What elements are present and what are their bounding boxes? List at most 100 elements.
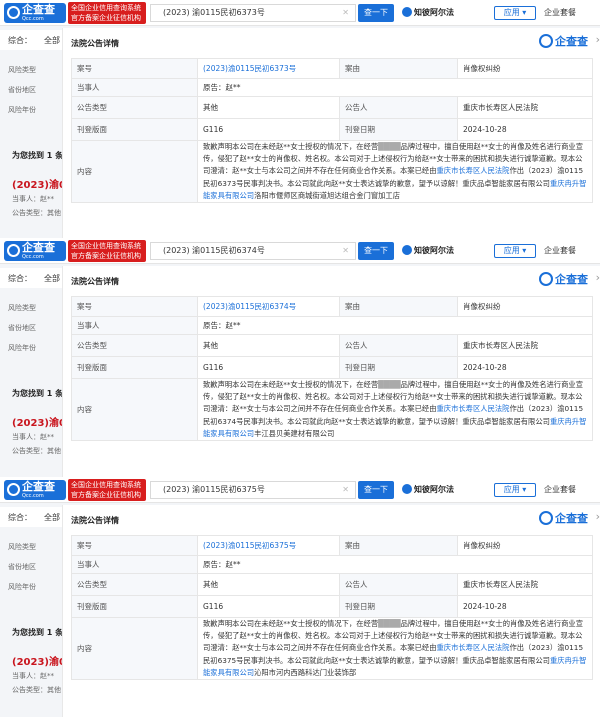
label-page: 刊登版面: [71, 118, 198, 141]
result-case-title[interactable]: (2023)渝0: [12, 653, 66, 668]
label-cause: 案由: [339, 58, 458, 79]
label-content: 内容: [71, 139, 198, 204]
zhi-alpha-link[interactable]: 知彼阿尔法: [402, 484, 454, 495]
certification-badge: 全国企业信用查询系统 官方备案企业征信机构: [68, 2, 146, 24]
side-filter-region[interactable]: 省份地区: [8, 557, 36, 577]
type-value: 其他: [197, 334, 340, 357]
clear-icon[interactable]: ✕: [342, 243, 349, 259]
screenshot-panel: 企查查 Qcc.com 全国企业信用查询系统 官方备案企业征信机构 (2023) …: [0, 477, 600, 717]
table-row: 当事人 原告：赵**: [71, 78, 593, 97]
table-row: 公告类型 其他 公告人 重庆市长寿区人民法院: [71, 334, 593, 357]
search-input[interactable]: (2023) 渝0115民初6374号 ✕: [150, 242, 356, 260]
notice-detail-table: 案号 (2023)渝0115民初6375号 案由 肖像权纠纷 当事人 原告：赵*…: [71, 535, 593, 681]
apps-button[interactable]: 应用 ▾: [494, 244, 536, 258]
tab-all[interactable]: 全部: [44, 512, 60, 523]
apps-label: 应用: [503, 246, 520, 255]
result-party: 当事人：赵**: [12, 195, 54, 203]
qcc-logo[interactable]: 企查查 Qcc.com: [4, 241, 66, 261]
party-value: 原告：赵**: [197, 555, 593, 574]
case-no-link[interactable]: (2023)渝0115民初6373号: [197, 58, 340, 79]
side-filter-risk-type[interactable]: 风险类型: [8, 537, 36, 557]
apps-label: 应用: [503, 8, 520, 17]
label-type: 公告类型: [71, 573, 198, 596]
label-case-no: 案号: [71, 296, 198, 317]
search-value: (2023) 渝0115民初6375号: [163, 485, 265, 494]
label-case-no: 案号: [71, 535, 198, 556]
side-filter-risk-type[interactable]: 风险类型: [8, 60, 36, 80]
result-type: 公告类型：其他: [12, 447, 61, 455]
top-bar: 企查查 Qcc.com 全国企业信用查询系统 官方备案企业征信机构 (2023) …: [0, 0, 600, 26]
vip-link[interactable]: 企业套餐: [544, 7, 576, 18]
label-party: 当事人: [71, 555, 198, 574]
side-filter-year[interactable]: 风险年份: [8, 338, 36, 358]
table-row: 内容 致歉声明本公司在未经赵**女士授权的情况下，在经营████品牌过程中，擅自…: [71, 377, 593, 442]
search-input[interactable]: (2023) 渝0115民初6375号 ✕: [150, 481, 356, 499]
modal-logo: 企查查: [539, 510, 588, 526]
table-row: 当事人 原告：赵**: [71, 555, 593, 574]
court-link[interactable]: 重庆市长寿区人民法院: [437, 166, 510, 175]
case-no-text[interactable]: (2023)渝0115民初6373号: [203, 64, 296, 73]
close-icon[interactable]: ›: [596, 510, 600, 523]
result-case-title[interactable]: (2023)渝0: [12, 414, 66, 429]
result-case-title[interactable]: (2023)渝0: [12, 176, 66, 191]
vip-link[interactable]: 企业套餐: [544, 245, 576, 256]
clear-icon[interactable]: ✕: [342, 5, 349, 21]
logo-text: 企查查: [22, 480, 55, 493]
notice-detail-table: 案号 (2023)渝0115民初6374号 案由 肖像权纠纷 当事人 原告：赵*…: [71, 296, 593, 442]
close-icon[interactable]: ›: [596, 271, 600, 284]
tab-overview[interactable]: 综合：: [8, 512, 32, 523]
side-filter-year[interactable]: 风险年份: [8, 100, 36, 120]
close-icon[interactable]: ›: [596, 33, 600, 46]
zhi-label: 知彼阿尔法: [414, 8, 454, 17]
result-count: 为您找到 1 条: [12, 151, 64, 160]
court-link[interactable]: 重庆市长寿区人民法院: [437, 643, 510, 652]
search-button[interactable]: 查一下: [358, 4, 394, 22]
court-link[interactable]: 重庆市长寿区人民法院: [437, 404, 510, 413]
apps-button[interactable]: 应用 ▾: [494, 6, 536, 20]
modal-title: 法院公告详情: [71, 39, 119, 48]
tab-all[interactable]: 全部: [44, 35, 60, 46]
vip-link[interactable]: 企业套餐: [544, 484, 576, 495]
page-value: G116: [197, 356, 340, 379]
top-bar: 企查查 Qcc.com 全国企业信用查询系统 官方备案企业征信机构 (2023) …: [0, 238, 600, 264]
case-no-link[interactable]: (2023)渝0115民初6374号: [197, 296, 340, 317]
apps-label: 应用: [503, 485, 520, 494]
alpha-icon: [402, 484, 412, 494]
case-no-link[interactable]: (2023)渝0115民初6375号: [197, 535, 340, 556]
label-type: 公告类型: [71, 96, 198, 119]
logo-icon: [7, 483, 20, 496]
label-date: 刊登日期: [339, 356, 458, 379]
certification-badge: 全国企业信用查询系统 官方备案企业征信机构: [68, 240, 146, 262]
tab-overview[interactable]: 综合：: [8, 35, 32, 46]
case-no-text[interactable]: (2023)渝0115民初6375号: [203, 541, 296, 550]
clear-icon[interactable]: ✕: [342, 482, 349, 498]
zhi-label: 知彼阿尔法: [414, 485, 454, 494]
search-button[interactable]: 查一下: [358, 242, 394, 260]
zhi-alpha-link[interactable]: 知彼阿尔法: [402, 245, 454, 256]
case-no-text[interactable]: (2023)渝0115民初6374号: [203, 302, 296, 311]
side-filter-region[interactable]: 省份地区: [8, 80, 36, 100]
content-text-1: 致歉声明本公司在未经赵**女士授权的情况下，在经营: [203, 619, 379, 628]
tab-all[interactable]: 全部: [44, 273, 60, 284]
court-notice-modal: 法院公告详情 企查查 › 案号 (2023)渝0115民初6375号 案由 肖像…: [62, 505, 600, 717]
qcc-logo[interactable]: 企查查 Qcc.com: [4, 480, 66, 500]
tab-overview[interactable]: 综合：: [8, 273, 32, 284]
label-announcer: 公告人: [339, 96, 458, 119]
search-button[interactable]: 查一下: [358, 481, 394, 499]
label-party: 当事人: [71, 316, 198, 335]
page-value: G116: [197, 595, 340, 618]
blurred-brand: ████: [378, 619, 401, 628]
zhi-label: 知彼阿尔法: [414, 246, 454, 255]
side-filter-year[interactable]: 风险年份: [8, 577, 36, 597]
content-text-1: 致歉声明本公司在未经赵**女士授权的情况下，在经营: [203, 380, 379, 389]
screenshot-panel: 企查查 Qcc.com 全国企业信用查询系统 官方备案企业征信机构 (2023) …: [0, 238, 600, 477]
side-filter-risk-type[interactable]: 风险类型: [8, 298, 36, 318]
apps-button[interactable]: 应用 ▾: [494, 483, 536, 497]
search-input[interactable]: (2023) 渝0115民初6373号 ✕: [150, 4, 356, 22]
qcc-logo[interactable]: 企查查 Qcc.com: [4, 3, 66, 23]
qcc-logo-icon: [539, 34, 553, 48]
zhi-alpha-link[interactable]: 知彼阿尔法: [402, 7, 454, 18]
table-row: 案号 (2023)渝0115民初6373号 案由 肖像权纠纷: [71, 58, 593, 79]
side-filter-region[interactable]: 省份地区: [8, 318, 36, 338]
court-notice-modal: 法院公告详情 企查查 › 案号 (2023)渝0115民初6373号 案由 肖像…: [62, 28, 600, 238]
